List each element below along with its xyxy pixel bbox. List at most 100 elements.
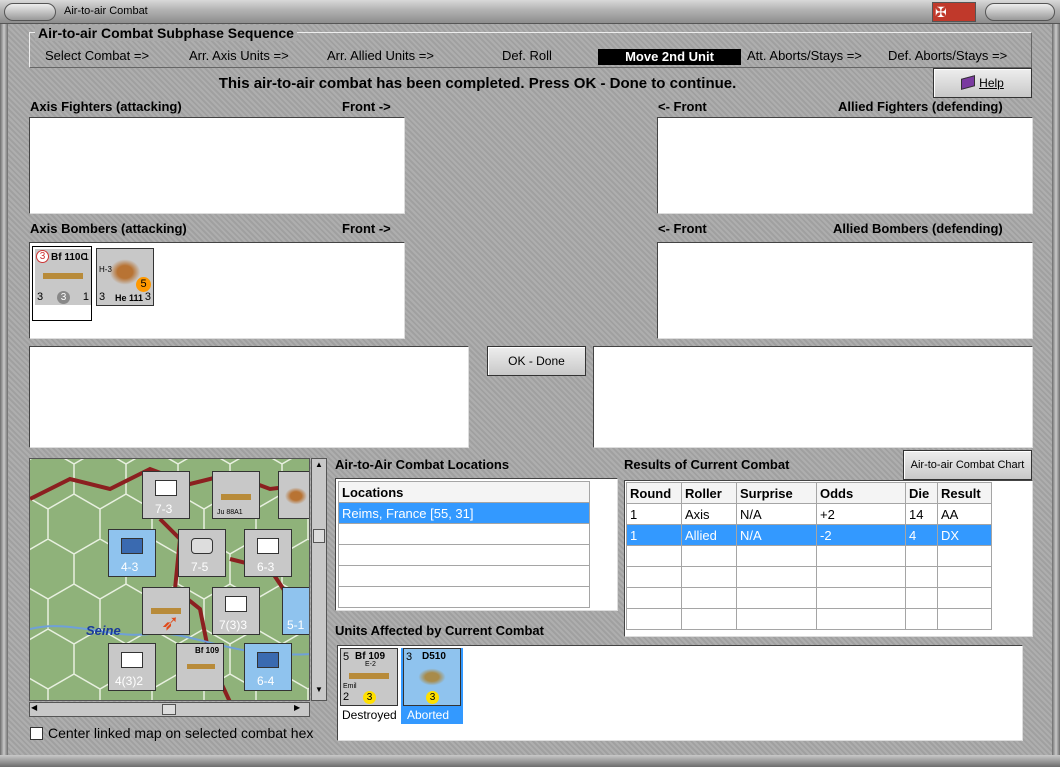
river-label: Seine [86, 623, 121, 638]
counter-strength: 7-3 [155, 502, 173, 516]
step-select-combat: Select Combat => [45, 48, 150, 63]
allied-bombers-label: Allied Bombers (defending) [833, 221, 1003, 236]
d510-plane-icon [416, 667, 448, 687]
counter-strength: 4(3)2 [115, 674, 144, 688]
cell-result: DX [937, 524, 992, 546]
window-controls-button[interactable] [985, 3, 1055, 21]
location-row[interactable] [338, 586, 590, 608]
map-counter-inf-3[interactable]: 6-3 [244, 529, 292, 577]
counter-name: Bf 109 [195, 646, 220, 655]
map-vscrollbar[interactable]: ▲ ▼ [311, 458, 327, 701]
window-menu-button[interactable] [4, 3, 56, 21]
results-row[interactable] [626, 608, 992, 630]
step-move-2nd-unit: Move 2nd Unit [598, 49, 741, 65]
location-row[interactable] [338, 544, 590, 566]
scroll-up-icon[interactable]: ▲ [313, 460, 325, 474]
d510-name: D510 [422, 651, 446, 662]
map-counter-air[interactable]: ➶ [142, 587, 190, 635]
map-counter-inf-5[interactable]: 4(3)2 [108, 643, 156, 691]
he111-name: He 111 [115, 293, 144, 303]
axis-bombers-front: Front -> [342, 221, 391, 236]
bf109-pilot: Emil [343, 683, 357, 690]
combat-chart-button[interactable]: Air-to-air Combat Chart [903, 450, 1032, 480]
linked-map[interactable]: Seine 7-3 4-3 7-5 6-3 7(3)3 4(3)2 6-4 ➶ … [29, 458, 310, 701]
affected-panel[interactable]: 5 Bf 109 E-2 Emil 2 3 Destroyed 3 D510 3… [337, 645, 1023, 741]
results-row[interactable] [626, 587, 992, 609]
he111-counter[interactable]: H-3 5 3 He 111 3 [96, 248, 154, 306]
d510-counter[interactable]: 3 D510 3 [403, 648, 461, 706]
cell-odds: +2 [816, 503, 906, 525]
infantry-icon [257, 538, 279, 554]
step-def-roll: Def. Roll [502, 48, 552, 63]
cell-roller: Axis [681, 503, 737, 525]
map-counter-inf-6[interactable]: 6-4 [244, 643, 292, 691]
d510-badge: 3 [426, 691, 439, 704]
map-counter-bf109[interactable]: Bf 109 [176, 643, 224, 691]
locations-panel[interactable]: Locations Reims, France [55, 31] [335, 478, 618, 611]
allied-bombers-panel[interactable] [657, 242, 1033, 339]
center-map-checkbox[interactable] [30, 727, 43, 740]
col-surprise: Surprise [736, 482, 817, 504]
location-row[interactable] [338, 565, 590, 587]
bf110-bm: 3 [57, 291, 70, 304]
counter-strength: 6-4 [257, 674, 275, 688]
results-header-row: Round Roller Surprise Odds Die Result [626, 482, 992, 504]
help-button[interactable]: Help [933, 68, 1032, 98]
he111-badge: 5 [136, 277, 151, 292]
locations-table[interactable]: Locations Reims, France [55, 31] [338, 481, 590, 608]
results-row[interactable]: 1 Axis N/A +2 14 AA [626, 503, 992, 525]
counter-strength: 5-1 [287, 618, 305, 632]
map-counter-he111[interactable] [278, 471, 309, 519]
location-cell[interactable]: Reims, France [55, 31] [338, 502, 590, 524]
scroll-left-icon[interactable]: ◀ [31, 703, 45, 716]
axis-bombers-panel[interactable]: 3 Bf 110C 1 3 3 1 H-3 5 3 He 111 3 [29, 242, 405, 339]
col-roller: Roller [681, 482, 737, 504]
map-hscroll-thumb[interactable] [162, 704, 176, 715]
bf109-bl: 2 [343, 691, 350, 703]
results-table[interactable]: Round Roller Surprise Odds Die Result 1A… [626, 482, 992, 630]
step-arrange-axis: Arr. Axis Units => [189, 48, 289, 63]
counter-strength: 6-3 [257, 560, 275, 574]
infantry-icon [121, 652, 143, 668]
german-flag-icon: ✠ [932, 2, 976, 22]
window-title: Air-to-air Combat [64, 5, 148, 17]
bf110-counter[interactable]: 3 Bf 110C 1 3 3 1 [35, 249, 91, 305]
window-titlebar: Air-to-air Combat ✠ [0, 0, 1060, 24]
bf110-attack-value: 3 [36, 250, 49, 263]
affected-title: Units Affected by Current Combat [335, 623, 544, 638]
bf109-tl: 5 [343, 651, 350, 663]
bf110-slot[interactable]: 3 Bf 110C 1 3 3 1 [32, 246, 92, 321]
counter-strength: 4-3 [121, 560, 139, 574]
allied-fighters-panel[interactable] [657, 117, 1033, 214]
results-row[interactable] [626, 566, 992, 588]
results-row[interactable] [626, 545, 992, 567]
allied-fighters-front: <- Front [658, 99, 707, 114]
map-counter-inf-2[interactable]: 4-3 [108, 529, 156, 577]
counter-name: Ju 88A1 [217, 509, 243, 516]
results-panel[interactable]: Round Roller Surprise Odds Die Result 1A… [624, 480, 1033, 637]
map-counter-inf-4[interactable]: 7(3)3 [212, 587, 260, 635]
d510-status: Aborted [407, 708, 450, 722]
he111-bl: 3 [99, 291, 106, 303]
scroll-down-icon[interactable]: ▼ [313, 685, 325, 699]
map-counter-ju88[interactable]: Ju 88A1 [212, 471, 260, 519]
bf110-tr: 1 [83, 252, 89, 263]
results-row[interactable]: 1 Allied N/A -2 4 DX [626, 524, 992, 546]
map-counter-armor[interactable]: 7-5 [178, 529, 226, 577]
infantry-icon [225, 596, 247, 612]
cell-die: 4 [905, 524, 938, 546]
axis-fighters-panel[interactable] [29, 117, 405, 214]
map-counter-inf-1[interactable]: 7-3 [142, 471, 190, 519]
location-row[interactable]: Reims, France [55, 31] [338, 502, 590, 524]
map-counter-inf-7[interactable]: 5-1 [282, 587, 309, 635]
map-hscrollbar[interactable]: ◀ ▶ [29, 702, 310, 717]
cell-surprise: N/A [736, 524, 817, 546]
location-row[interactable] [338, 523, 590, 545]
scroll-right-icon[interactable]: ▶ [294, 703, 308, 716]
infantry-icon [121, 538, 143, 554]
map-vscroll-thumb[interactable] [313, 529, 325, 543]
d510-slot[interactable]: 3 D510 3 Aborted [401, 648, 463, 724]
ok-done-button[interactable]: OK - Done [487, 346, 586, 376]
axis-bombers-label: Axis Bombers (attacking) [30, 221, 187, 236]
bf109-counter[interactable]: 5 Bf 109 E-2 Emil 2 3 [340, 648, 398, 706]
